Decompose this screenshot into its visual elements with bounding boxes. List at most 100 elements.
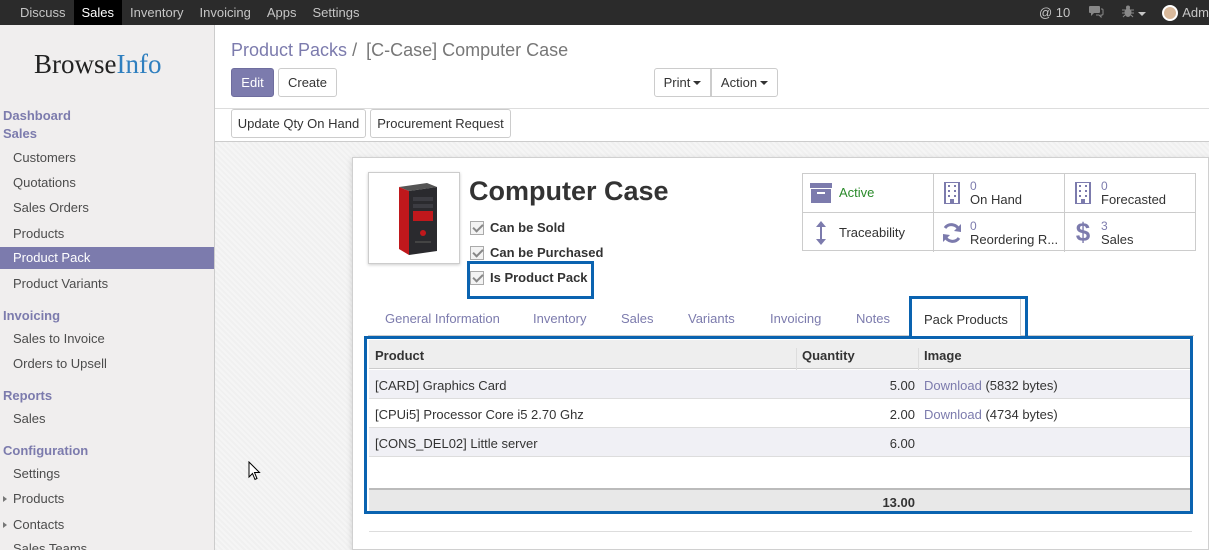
divider	[369, 531, 1192, 532]
sidebar-item-product-variants[interactable]: Product Variants	[0, 273, 214, 295]
sidebar-item-label: Contacts	[13, 517, 65, 532]
menu-settings[interactable]: Settings	[304, 0, 367, 25]
sales-count-button[interactable]: $ 3 Sales	[1065, 213, 1196, 252]
archive-icon	[803, 183, 839, 203]
checkbox-check-icon	[470, 220, 484, 235]
tab-inventory[interactable]: Inventory	[533, 311, 586, 326]
forecasted-label: Forecasted	[1101, 192, 1167, 207]
tab-variants[interactable]: Variants	[688, 311, 735, 326]
sidebar-item-quotations[interactable]: Quotations	[0, 172, 214, 194]
sidebar-section-invoicing: Invoicing	[3, 308, 61, 323]
tab-sales[interactable]: Sales	[621, 311, 654, 326]
sidebar-item-contacts[interactable]: Contacts	[0, 514, 214, 536]
breadcrumb-parent[interactable]: Product Packs	[231, 40, 347, 60]
expand-arrow-icon	[3, 522, 7, 528]
highlight-box-pack-tab	[909, 296, 1028, 338]
company-logo: BrowseInfo	[34, 49, 161, 80]
notification-count: 10	[1055, 5, 1071, 20]
building-icon	[1065, 182, 1101, 204]
traceability-button[interactable]: Traceability	[803, 213, 934, 252]
sidebar-item-sales-teams[interactable]: Sales Teams	[0, 538, 214, 550]
menu-discuss[interactable]: Discuss	[12, 0, 74, 25]
at-icon: @	[1038, 5, 1053, 20]
computer-case-icon	[399, 183, 437, 255]
can-be-sold-label: Can be Sold	[490, 220, 566, 235]
sidebar-item-config-products[interactable]: Products	[0, 488, 214, 510]
sidebar-section-sales: Sales	[3, 126, 37, 141]
sidebar-item-settings[interactable]: Settings	[0, 463, 214, 485]
can-be-purchased-label: Can be Purchased	[490, 245, 604, 260]
forecasted-count: 0	[1101, 179, 1108, 193]
menu-sales[interactable]: Sales	[73, 0, 123, 25]
tab-notes[interactable]: Notes	[856, 311, 890, 326]
forecasted-button[interactable]: 0 Forecasted	[1065, 174, 1196, 213]
active-label: Active	[839, 185, 875, 200]
building-icon	[934, 182, 970, 204]
menu-inventory[interactable]: Inventory	[122, 0, 191, 25]
action-label: Action	[720, 75, 758, 90]
sidebar-item-reports-sales[interactable]: Sales	[0, 408, 214, 430]
highlight-box-table	[364, 336, 1193, 514]
tab-invoicing[interactable]: Invoicing	[770, 311, 821, 326]
menu-apps[interactable]: Apps	[259, 0, 305, 25]
create-button[interactable]: Create	[278, 68, 337, 97]
on-hand-button[interactable]: 0 On Hand	[934, 174, 1065, 213]
expand-arrow-icon	[3, 496, 7, 502]
product-title: Computer Case	[469, 176, 669, 206]
active-toggle-button[interactable]: Active	[803, 174, 934, 213]
tab-general-information[interactable]: General Information	[385, 311, 500, 326]
print-dropdown[interactable]: Print	[654, 68, 711, 97]
debug-icon[interactable]	[1122, 5, 1147, 21]
can-be-purchased-checkbox[interactable]: Can be Purchased	[470, 245, 603, 260]
traceability-label: Traceability	[839, 224, 905, 240]
sidebar-item-product-pack[interactable]: Product Pack	[0, 247, 214, 269]
sidebar-item-products[interactable]: Products	[0, 223, 214, 245]
update-qty-button[interactable]: Update Qty On Hand	[231, 109, 366, 138]
mouse-cursor-icon	[248, 460, 261, 484]
chevron-down-icon	[693, 80, 702, 85]
notebook-tabs: General Information Inventory Sales Vari…	[368, 297, 1194, 337]
sidebar-section-reports: Reports	[3, 388, 53, 403]
print-label: Print	[663, 75, 691, 90]
reordering-rules-button[interactable]: 0 Reordering R...	[934, 213, 1065, 252]
user-name[interactable]: Adm	[1182, 5, 1209, 20]
dollar-icon: $	[1075, 217, 1091, 247]
chat-icon[interactable]	[1088, 5, 1104, 21]
breadcrumb: Product Packs / [C-Case] Computer Case	[231, 40, 568, 61]
sidebar-item-orders-to-upsell[interactable]: Orders to Upsell	[0, 353, 214, 375]
sales-label: Sales	[1101, 231, 1134, 247]
top-navbar: Discuss Sales Inventory Invoicing Apps S…	[0, 0, 1209, 25]
breadcrumb-separator: /	[352, 40, 358, 60]
procurement-request-button[interactable]: Procurement Request	[370, 109, 511, 138]
sidebar-item-sales-orders[interactable]: Sales Orders	[0, 197, 214, 219]
edit-button[interactable]: Edit	[231, 68, 274, 97]
smart-buttons: Active 0 On Hand 0 Forecasted Traceability…	[802, 173, 1196, 252]
can-be-sold-checkbox[interactable]: Can be Sold	[470, 220, 565, 235]
avatar[interactable]	[1162, 4, 1179, 21]
reordering-count: 0	[970, 218, 977, 233]
sidebar-item-sales-to-invoice[interactable]: Sales to Invoice	[0, 328, 214, 350]
sidebar-item-label: Products	[13, 491, 65, 506]
sidebar-section-configuration: Configuration	[3, 443, 89, 458]
breadcrumb-current: [C-Case] Computer Case	[366, 40, 569, 60]
on-hand-count: 0	[970, 179, 977, 193]
chevron-down-icon	[1138, 12, 1147, 17]
logo-info: Info	[116, 49, 162, 79]
chevron-down-icon	[760, 80, 769, 85]
sales-count: 3	[1101, 218, 1108, 233]
menu-invoicing[interactable]: Invoicing	[192, 0, 259, 25]
app-menu: Discuss Sales Inventory Invoicing Apps S…	[12, 0, 367, 25]
systray: @ 10 Adm	[1039, 0, 1209, 25]
sidebar-item-customers[interactable]: Customers	[0, 147, 214, 169]
logo-browse: Browse	[34, 49, 117, 79]
checkbox-check-icon	[470, 245, 484, 260]
sidebar: BrowseInfo Dashboard Sales Customers Quo…	[0, 25, 215, 550]
sidebar-section-dashboard[interactable]: Dashboard	[3, 108, 71, 123]
reordering-label: Reordering R...	[970, 231, 1059, 247]
on-hand-label: On Hand	[970, 192, 1023, 207]
highlight-box-product-pack	[467, 261, 594, 299]
action-dropdown[interactable]: Action	[711, 68, 778, 97]
product-image[interactable]	[368, 172, 460, 264]
refresh-icon	[934, 222, 970, 244]
mentions-indicator[interactable]: @ 10	[1039, 5, 1070, 20]
